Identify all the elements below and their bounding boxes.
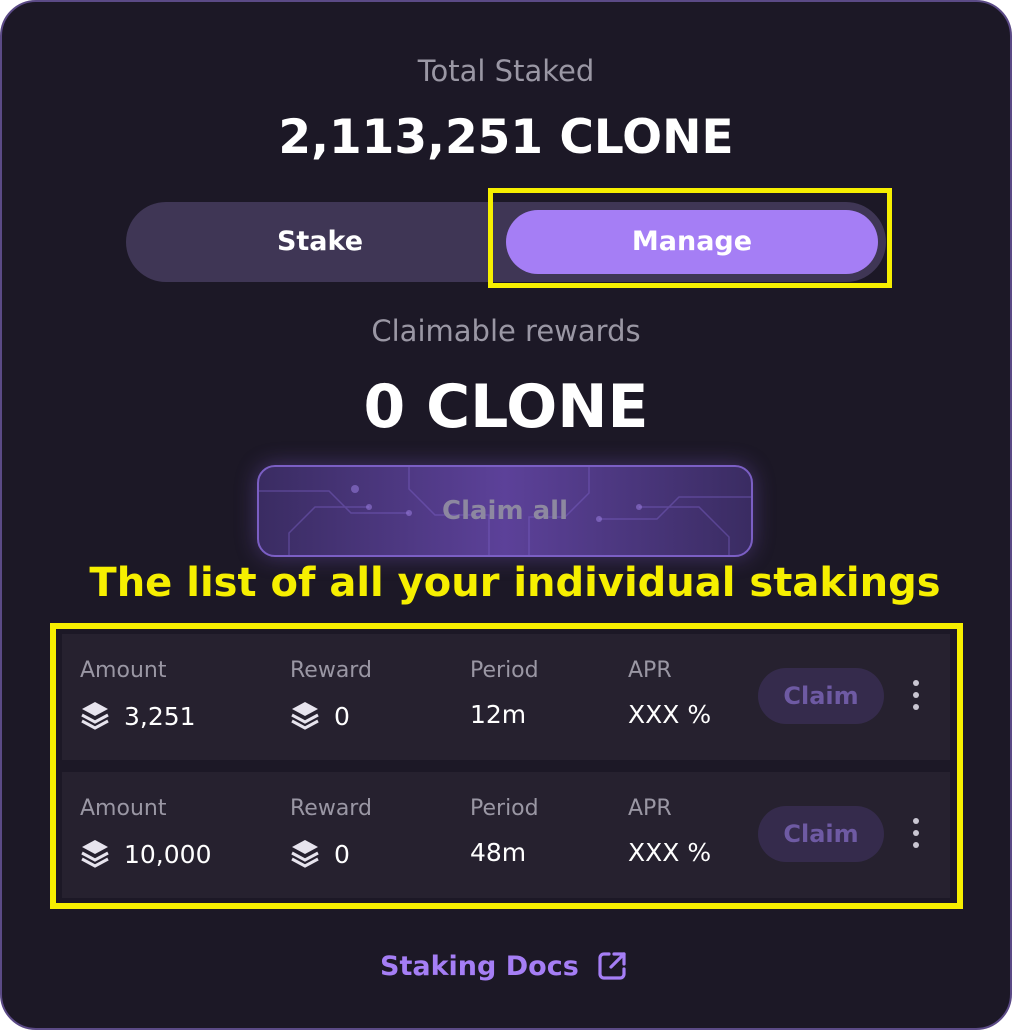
external-link-icon — [598, 952, 626, 980]
claim-all-button[interactable]: Claim all — [257, 465, 753, 557]
claim-all-label: Claim all — [442, 496, 568, 526]
staking-docs-link[interactable]: Staking Docs — [380, 946, 629, 986]
manage-highlight-box — [488, 188, 892, 288]
claimable-rewards-label: Claimable rewards — [371, 314, 641, 348]
stakings-highlight-box — [50, 623, 963, 909]
tab-stake[interactable]: Stake — [126, 202, 514, 282]
claimable-rewards-value: 0 CLONE — [363, 372, 649, 442]
total-staked-value: 2,113,251 CLONE — [278, 110, 734, 165]
annotation-caption: The list of all your individual stakings — [89, 560, 941, 606]
staking-docs-label: Staking Docs — [380, 950, 579, 982]
total-staked-label: Total Staked — [417, 54, 595, 88]
